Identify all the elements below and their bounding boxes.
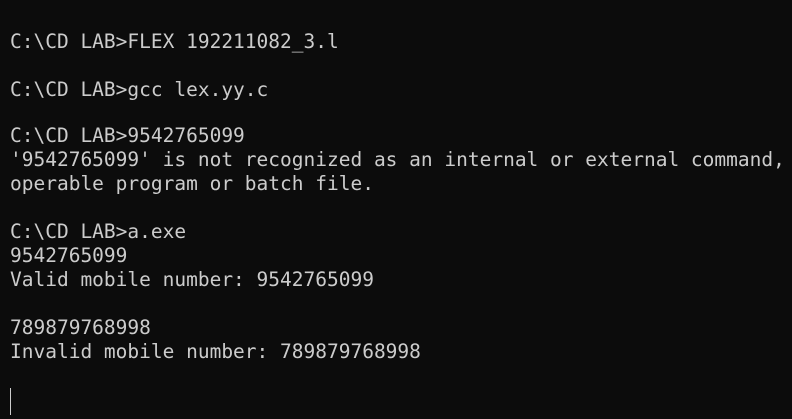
input-invalid-number: 789879768998 [10,316,151,339]
error-message-line2: operable program or batch file. [10,172,374,195]
text-cursor[interactable] [10,388,11,415]
error-message-line1: '9542765099' is not recognized as an int… [10,148,785,171]
command-gcc: C:\CD LAB>gcc lex.yy.c [10,78,269,101]
terminal-window[interactable]: C:\CD LAB>FLEX 192211082_3.l C:\CD LAB>g… [0,0,792,419]
output-valid-result: Valid mobile number: 9542765099 [10,268,374,291]
output-invalid-result: Invalid mobile number: 789879768998 [10,340,421,363]
input-valid-number: 9542765099 [10,244,128,267]
command-aexe: C:\CD LAB>a.exe [10,220,187,243]
command-flex: C:\CD LAB>FLEX 192211082_3.l [10,30,339,53]
command-number: C:\CD LAB>9542765099 [10,124,245,147]
